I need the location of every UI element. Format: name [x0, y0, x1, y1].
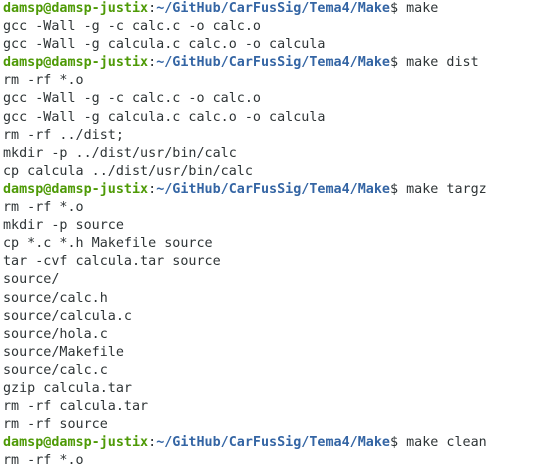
output-line: gcc -Wall -g -c calc.c -o calc.o: [3, 91, 261, 107]
output-line: rm -rf *.o: [3, 453, 84, 469]
prompt-symbol: $: [389, 181, 407, 197]
output-line: tar -cvf calcula.tar source: [3, 254, 221, 270]
prompt-user-host: damsp@damsp-justix: [3, 55, 149, 71]
prompt-path: ~/GitHub/CarFusSig/Tema4/Make: [156, 1, 390, 16]
prompt-separator: :: [148, 181, 157, 197]
output-line: source/Makefile: [3, 344, 124, 360]
command-text: make targz: [406, 181, 487, 197]
prompt-user-host: damsp@damsp-justix: [3, 181, 149, 197]
output-line: source/calcula.c: [3, 308, 132, 324]
output-line: gzip calcula.tar: [3, 380, 132, 396]
prompt-separator: :: [148, 55, 157, 71]
output-line: source/calc.h: [3, 290, 108, 306]
prompt-user-host: damsp@damsp-justix: [3, 1, 149, 16]
output-line: rm -rf calcula.tar: [3, 399, 149, 415]
output-line: source/: [3, 272, 60, 288]
prompt-separator: :: [148, 435, 157, 451]
output-line: cp calcula ../dist/usr/bin/calc: [3, 163, 253, 179]
prompt-symbol: $: [389, 435, 407, 451]
prompt-line: damsp@damsp-justix:~/GitHub/CarFusSig/Te…: [3, 0, 558, 18]
output-line: source/hola.c: [3, 326, 108, 342]
command-text: make dist: [406, 55, 479, 71]
output-line: rm -rf *.o: [3, 200, 84, 216]
prompt-line: damsp@damsp-justix:~/GitHub/CarFusSig/Te…: [3, 54, 558, 72]
output-line: cp *.c *.h Makefile source: [3, 236, 213, 252]
output-line: rm -rf ../dist;: [3, 127, 124, 143]
output-line: gcc -Wall -g calcula.c calc.o -o calcula: [3, 37, 326, 53]
prompt-path: ~/GitHub/CarFusSig/Tema4/Make: [156, 181, 390, 197]
command-text: make clean: [406, 435, 487, 451]
output-line: gcc -Wall -g calcula.c calc.o -o calcula: [3, 109, 326, 125]
output-line: rm -rf source: [3, 417, 108, 433]
output-line: mkdir -p source: [3, 218, 124, 234]
prompt-symbol: $: [389, 1, 407, 16]
output-line: source/calc.c: [3, 362, 108, 378]
prompt-symbol: $: [389, 55, 407, 71]
prompt-path: ~/GitHub/CarFusSig/Tema4/Make: [156, 55, 390, 71]
prompt-line: damsp@damsp-justix:~/GitHub/CarFusSig/Te…: [3, 434, 558, 452]
output-line: gcc -Wall -g -c calc.c -o calc.o: [3, 19, 261, 35]
terminal-window[interactable]: damsp@damsp-justix:~/GitHub/CarFusSig/Te…: [0, 0, 558, 470]
prompt-path: ~/GitHub/CarFusSig/Tema4/Make: [156, 435, 390, 451]
output-line: mkdir -p ../dist/usr/bin/calc: [3, 145, 237, 161]
prompt-user-host: damsp@damsp-justix: [3, 435, 149, 451]
prompt-separator: :: [148, 1, 157, 16]
command-text: make: [406, 1, 439, 16]
output-line: rm -rf *.o: [3, 73, 84, 89]
prompt-line: damsp@damsp-justix:~/GitHub/CarFusSig/Te…: [3, 181, 558, 199]
